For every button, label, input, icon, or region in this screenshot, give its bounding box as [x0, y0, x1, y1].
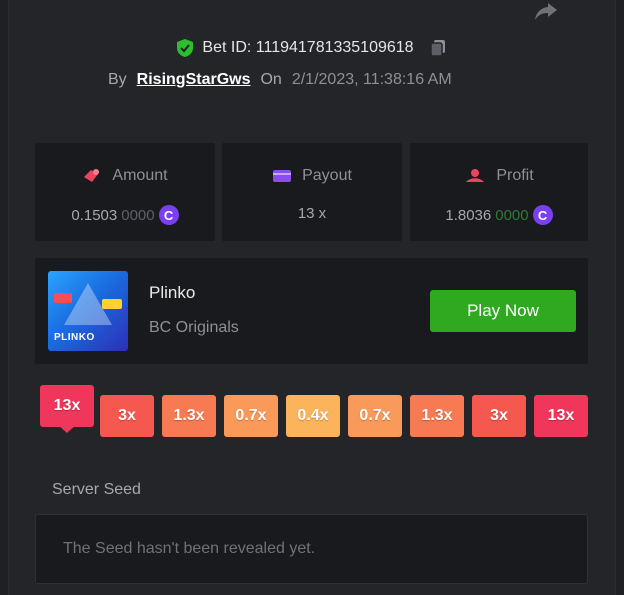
profit-card: Profit 1.8036 0000 C: [410, 143, 588, 241]
bet-date: 2/1/2023, 11:38:16 AM: [291, 71, 452, 88]
payout-label: Payout: [302, 167, 352, 184]
multiplier-slot: 3x: [100, 395, 154, 437]
payout-card: Payout 13 x: [222, 143, 402, 241]
server-seed-field: The Seed hasn't been revealed yet.: [35, 514, 588, 584]
game-card: PLINKO Plinko BC Originals Play Now: [35, 258, 588, 364]
thumbnail-tag: [102, 299, 122, 309]
amount-value: 0.1503: [71, 206, 118, 224]
coin-icon: C: [158, 205, 179, 225]
by-label: By: [108, 71, 127, 88]
share-button[interactable]: [530, 0, 562, 22]
share-icon: [535, 3, 557, 20]
shield-check-icon: [177, 39, 194, 57]
multiplier-slot: 0.4x: [286, 395, 340, 437]
game-thumbnail[interactable]: PLINKO: [48, 271, 128, 351]
game-provider: BC Originals: [149, 319, 239, 336]
profit-value: 1.8036: [445, 206, 492, 224]
copy-icon[interactable]: [428, 38, 448, 58]
multiplier-slot: 1.3x: [162, 395, 216, 437]
server-seed-label: Server Seed: [52, 481, 141, 498]
amount-value-trailing: 0000: [121, 206, 155, 224]
profit-value-trailing: 0000: [495, 206, 529, 224]
amount-icon: [84, 169, 100, 182]
coin-icon: C: [532, 205, 553, 225]
multiplier-slot: 0.7x: [224, 395, 278, 437]
amount-label: Amount: [112, 167, 168, 184]
thumbnail-title: PLINKO: [54, 332, 95, 343]
on-label: On: [260, 71, 282, 88]
user-link[interactable]: RisingStarGws: [137, 71, 251, 89]
wallet-icon: [273, 170, 292, 182]
bet-id: Bet ID: 1119417813351096​18: [202, 39, 414, 56]
game-name[interactable]: Plinko: [149, 283, 195, 303]
multiplier-slot: 1.3x: [410, 395, 464, 437]
multiplier-slot: 0.7x: [348, 395, 402, 437]
amount-card: Amount 0.1503 0000 C: [35, 143, 215, 241]
bet-author-row: By RisingStarGws On 2/1/2023, 11:38:16 A…: [108, 71, 452, 89]
profit-icon: [466, 169, 485, 182]
thumbnail-tag: [54, 293, 72, 303]
multiplier-slot-hit: 13x: [40, 385, 94, 427]
profit-label: Profit: [496, 167, 534, 184]
multiplier-slot: 3x: [472, 395, 526, 437]
multiplier-slot: 13x: [534, 395, 588, 437]
server-seed-placeholder: The Seed hasn't been revealed yet.: [63, 540, 316, 557]
payout-value: 13 x: [297, 205, 327, 222]
bet-id-row: Bet ID: 1119417813351096​18: [0, 38, 624, 58]
play-now-button[interactable]: Play Now: [430, 290, 576, 332]
